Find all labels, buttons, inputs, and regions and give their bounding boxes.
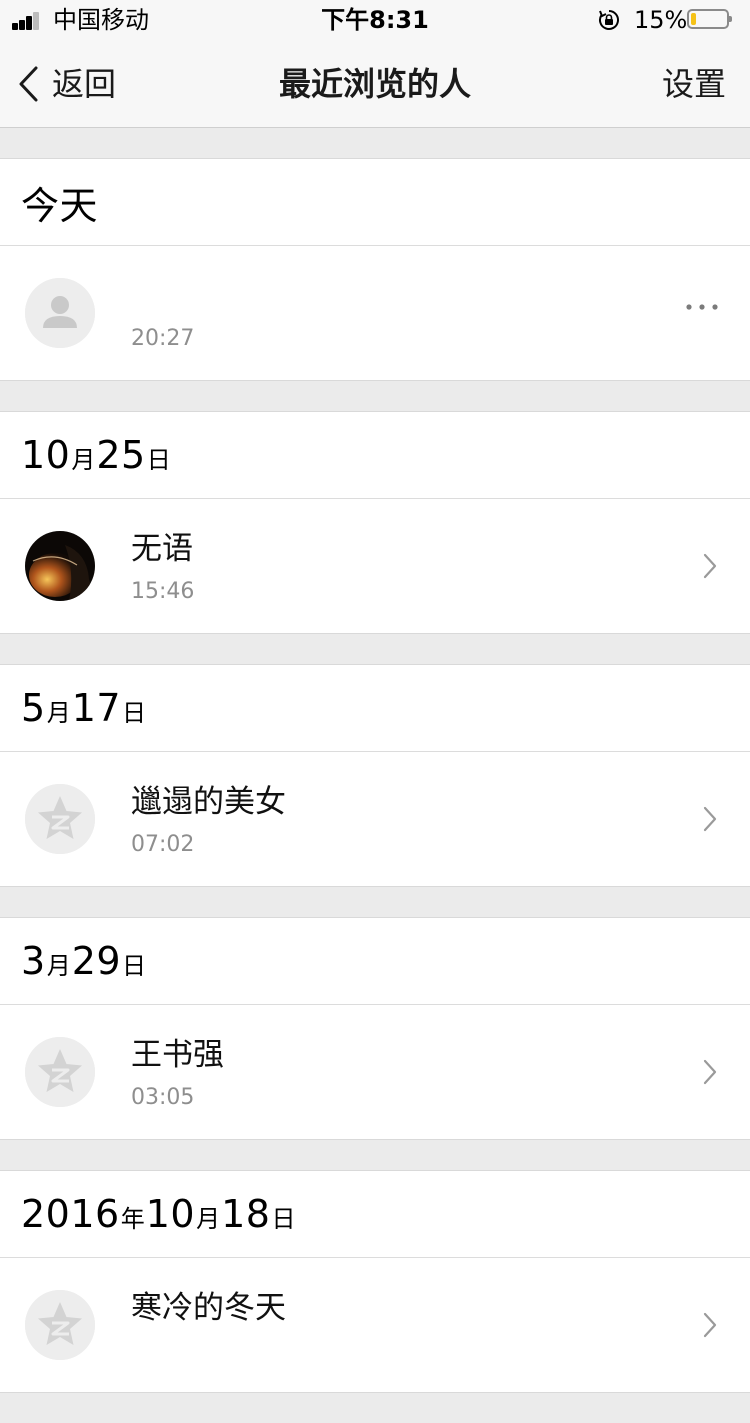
date-part: 3: [21, 939, 46, 983]
section-date-header: 今天: [0, 158, 750, 246]
date-part: 月: [196, 1204, 221, 1233]
visitor-name: 王书强: [131, 1037, 224, 1073]
chevron-right-icon: [703, 806, 717, 832]
date-part: 年: [120, 1204, 145, 1233]
date-part: 5: [21, 686, 46, 730]
visitor-list: 今天 20:27 10 月 25 日 无语 15:46 5 月 17 日 邋遢的美女 07:…: [0, 158, 750, 1423]
date-part: 日: [271, 1204, 296, 1233]
date-part: 月: [46, 698, 71, 727]
visitor-name: 寒冷的冬天: [131, 1290, 286, 1326]
date-section: 10 月 25 日 无语 15:46: [0, 411, 750, 634]
date-part: 25: [96, 433, 146, 477]
visit-time: 15:46: [131, 579, 195, 604]
section-date-header: 3 月 29 日: [0, 917, 750, 1005]
visit-time: 20:27: [131, 326, 195, 351]
date-part: 17: [71, 686, 122, 730]
section-date-header: 5 月 17 日: [0, 664, 750, 752]
date-part: 10: [145, 1192, 196, 1236]
avatar[interactable]: [25, 278, 95, 348]
date-part: 10: [21, 433, 71, 477]
visitor-row[interactable]: 20:27: [0, 246, 750, 381]
date-part: 29: [71, 939, 122, 983]
avatar[interactable]: [25, 531, 95, 601]
battery-percent: 15%: [634, 6, 688, 34]
settings-button[interactable]: 设置: [662, 40, 726, 128]
status-bar: 中国移动 下午8:31 15%: [0, 0, 750, 40]
battery-icon: [687, 9, 732, 29]
chevron-right-icon: [703, 1059, 717, 1085]
visit-time: 07:02: [131, 832, 195, 857]
qzone-star-icon: [25, 784, 95, 854]
visitor-row[interactable]: 邋遢的美女 07:02: [0, 752, 750, 887]
chevron-right-icon: [703, 1312, 717, 1338]
visitor-row[interactable]: 无语 15:46: [0, 499, 750, 634]
date-part: 日: [146, 445, 171, 474]
date-section: 5 月 17 日 邋遢的美女 07:02: [0, 664, 750, 887]
date-section: 今天 20:27: [0, 158, 750, 381]
visit-time: 03:05: [131, 1085, 195, 1110]
visitor-name: 无语: [131, 531, 193, 567]
battery-level-fill: [691, 13, 696, 25]
date-part: 18: [221, 1192, 271, 1236]
date-part: 月: [46, 951, 71, 980]
date-part: 2016: [21, 1192, 120, 1236]
section-date-header: 10 月 25 日: [0, 411, 750, 499]
qzone-star-icon: [25, 1290, 95, 1360]
default-person-icon: [25, 278, 95, 348]
qzone-star-icon: [25, 1037, 95, 1107]
visitor-name: 邋遢的美女: [131, 784, 286, 820]
date-section: 3 月 29 日 王书强 03:05: [0, 917, 750, 1140]
page-title: 最近浏览的人: [278, 65, 471, 103]
navigation-bar: 返回 最近浏览的人 设置: [0, 40, 750, 128]
rotation-lock-icon: [599, 10, 619, 30]
photo-avatar: [25, 531, 95, 601]
avatar[interactable]: [25, 1037, 95, 1107]
date-section: 2016 年 10 月 18 日 寒冷的冬天: [0, 1170, 750, 1393]
date-part: 今天: [21, 183, 99, 228]
more-icon[interactable]: [684, 302, 720, 312]
visitor-row[interactable]: 王书强 03:05: [0, 1005, 750, 1140]
avatar[interactable]: [25, 784, 95, 854]
section-date-header: 2016 年 10 月 18 日: [0, 1170, 750, 1258]
visitor-row[interactable]: 寒冷的冬天: [0, 1258, 750, 1393]
date-part: 月: [71, 445, 96, 474]
chevron-right-icon: [703, 553, 717, 579]
date-part: 日: [122, 698, 147, 727]
date-part: 日: [122, 951, 147, 980]
avatar[interactable]: [25, 1290, 95, 1360]
